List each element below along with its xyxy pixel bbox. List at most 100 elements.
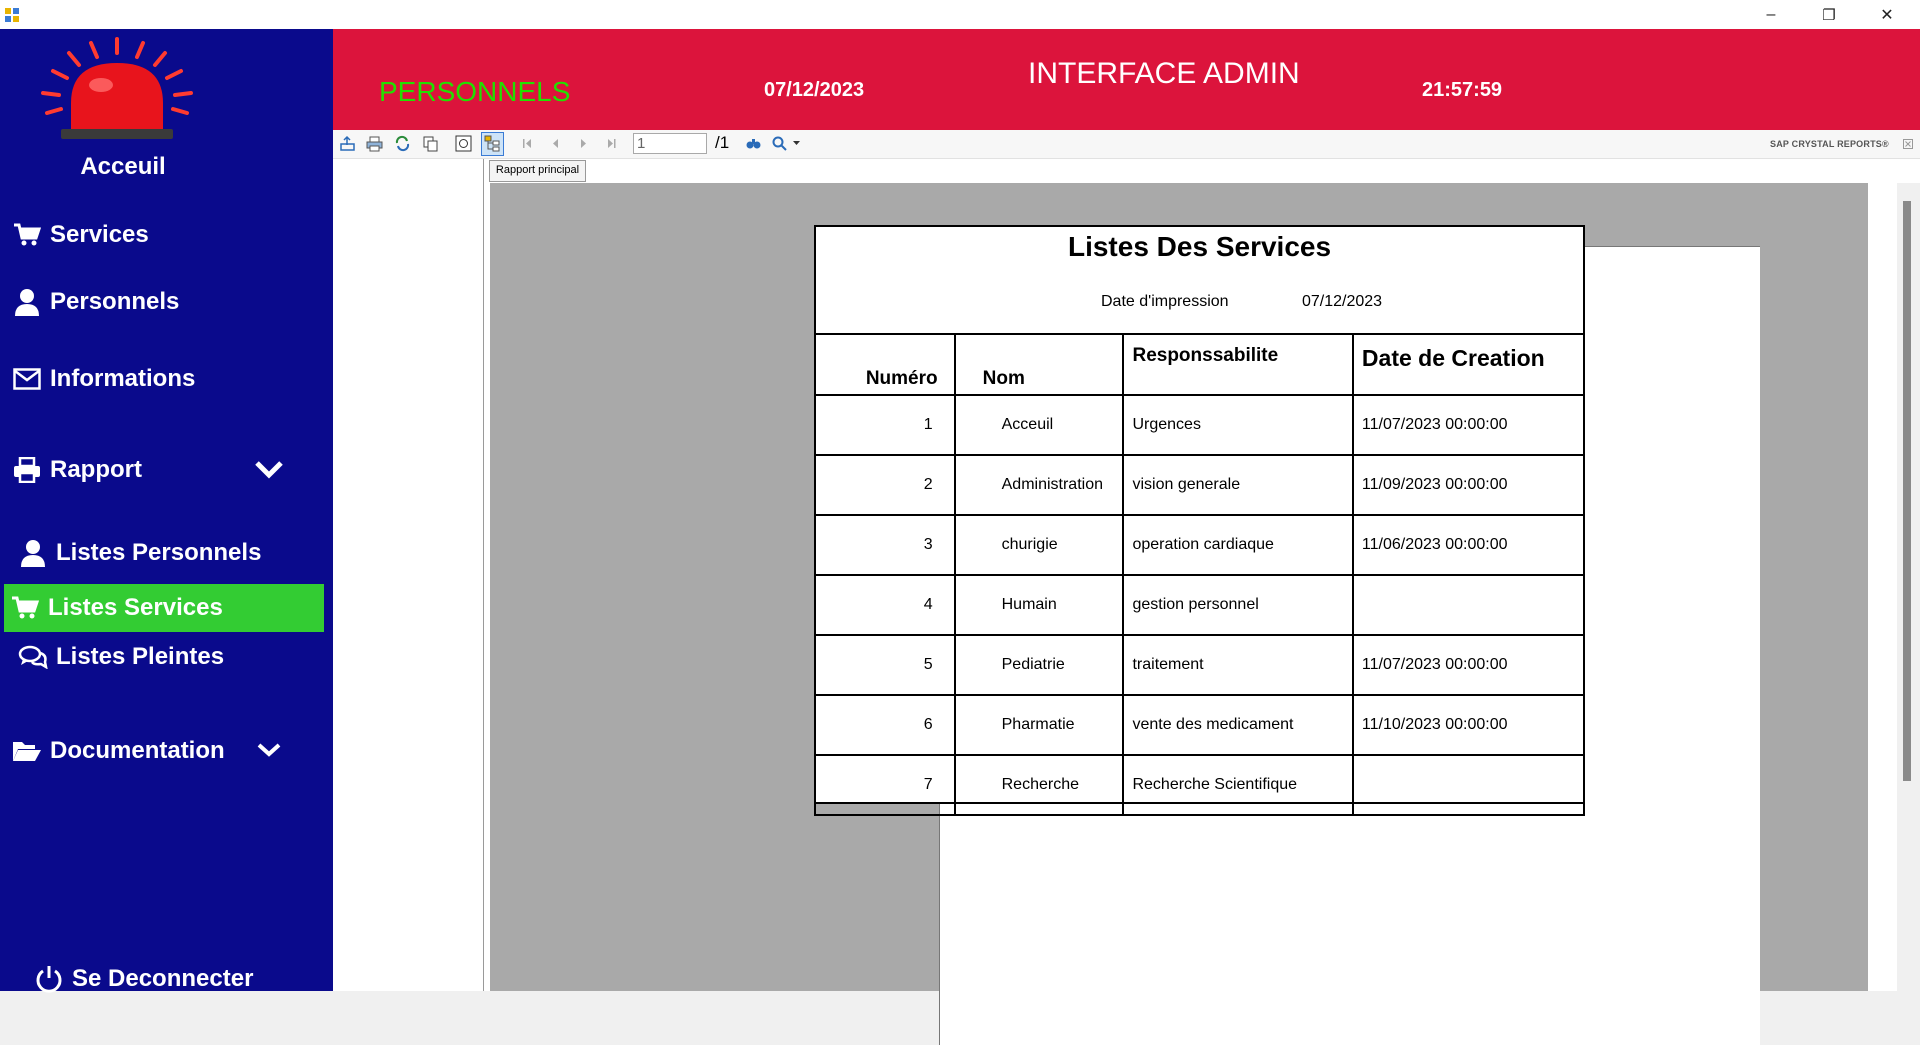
cell-responsabilite: vente des medicament <box>1122 694 1354 756</box>
nav-listes-services-label: Listes Services <box>48 594 223 621</box>
toggle-parameter-panel-icon[interactable] <box>455 135 472 152</box>
user-icon <box>8 287 46 317</box>
last-page-icon[interactable] <box>603 135 620 152</box>
cell-responsabilite: traitement <box>1122 634 1354 696</box>
logout-label: Se Deconnecter <box>72 965 254 992</box>
viewer-toolbar: 1 /1 SAP CRYSTAL REPORTS® <box>333 130 1920 159</box>
group-tree-icon <box>484 135 500 152</box>
nav-documentation[interactable]: Documentation <box>0 729 300 773</box>
print-icon[interactable] <box>366 135 383 152</box>
print-date-value: 07/12/2023 <box>1302 293 1383 310</box>
nav-listes-pleintes-label: Listes Pleintes <box>56 643 225 670</box>
table-row: 7 Recherche Recherche Scientifique <box>814 754 1586 816</box>
refresh-icon[interactable] <box>394 135 411 152</box>
export-icon[interactable] <box>339 135 356 152</box>
cell-numero: 2 <box>814 454 956 516</box>
group-tree-panel[interactable] <box>333 159 484 991</box>
first-page-icon[interactable] <box>519 135 536 152</box>
previous-page-icon[interactable] <box>547 135 564 152</box>
cell-date-creation: 11/06/2023 00:00:00 <box>1351 514 1586 576</box>
cell-nom: Humain <box>953 574 1125 636</box>
nav-listes-pleintes[interactable]: Listes Pleintes <box>0 635 224 679</box>
vertical-scrollbar[interactable] <box>1897 183 1920 991</box>
cell-numero: 6 <box>814 694 956 756</box>
nav-personnels-label: Personnels <box>50 288 180 315</box>
nav-services-label: Services <box>50 221 149 248</box>
cell-numero: 7 <box>814 754 956 816</box>
cell-nom: Acceuil <box>953 394 1125 456</box>
close-viewer-icon[interactable] <box>1903 139 1913 149</box>
cell-nom: Recherche <box>953 754 1125 816</box>
next-page-icon[interactable] <box>575 135 592 152</box>
window-titlebar: – ❐ ✕ <box>0 0 1920 29</box>
nav-personnels[interactable]: Personnels <box>0 280 179 324</box>
alarm-siren-logo <box>41 37 193 139</box>
folder-open-icon <box>8 736 46 766</box>
col-header-nom: Nom <box>953 333 1125 396</box>
col-header-numero: Numéro <box>814 333 956 396</box>
nav-documentation-label: Documentation <box>50 737 225 764</box>
nav-listes-personnels[interactable]: Listes Personnels <box>0 531 261 575</box>
table-header-row: Numéro Nom Responssabilite Date de Creat… <box>814 333 1586 396</box>
cell-responsabilite: vision generale <box>1122 454 1354 516</box>
tab-rapport-principal[interactable]: Rapport principal <box>489 160 586 182</box>
cell-date-creation: 11/07/2023 00:00:00 <box>1351 634 1586 696</box>
cell-numero: 1 <box>814 394 956 456</box>
chat-icon <box>14 642 52 672</box>
nav-listes-personnels-label: Listes Personnels <box>56 539 262 566</box>
nav-services[interactable]: Services <box>0 213 149 257</box>
zoom-icon[interactable] <box>771 135 788 152</box>
report-box: Listes Des Services Date d'impression 07… <box>814 225 1586 816</box>
copy-icon[interactable] <box>422 135 439 152</box>
table-row: 2 Administration vision generale 11/09/2… <box>814 454 1586 516</box>
restore-button[interactable]: ❐ <box>1800 0 1858 29</box>
cart-icon <box>8 220 46 250</box>
home-label[interactable]: Acceuil <box>0 153 246 181</box>
minimize-button[interactable]: – <box>1742 0 1800 29</box>
table-row: 6 Pharmatie vente des medicament 11/10/2… <box>814 694 1586 756</box>
print-date-label: Date d'impression <box>1101 293 1229 310</box>
cell-nom: churigie <box>953 514 1125 576</box>
cell-nom: Pharmatie <box>953 694 1125 756</box>
cell-date-creation: 11/10/2023 00:00:00 <box>1351 694 1586 756</box>
sidebar: Acceuil Services Personnels Informations… <box>0 29 333 993</box>
toggle-group-tree-button[interactable] <box>481 132 504 156</box>
cell-date-creation: 11/07/2023 00:00:00 <box>1351 394 1586 456</box>
power-icon <box>30 964 68 994</box>
header-bar: PERSONNELS 07/12/2023 INTERFACE ADMIN 21… <box>333 29 1920 130</box>
cell-responsabilite: operation cardiaque <box>1122 514 1354 576</box>
crystal-reports-brand: SAP CRYSTAL REPORTS® <box>1770 139 1889 149</box>
col-header-date-creation: Date de Creation <box>1351 333 1586 396</box>
search-icon[interactable] <box>745 135 762 152</box>
cell-responsabilite: Urgences <box>1122 394 1354 456</box>
cell-nom: Administration <box>953 454 1125 516</box>
header-section-label: PERSONNELS <box>379 76 571 107</box>
col-header-responsabilite: Responssabilite <box>1122 333 1354 396</box>
page-total-label: /1 <box>715 133 730 152</box>
chevron-down-icon[interactable] <box>254 458 284 486</box>
report-title: Listes Des Services <box>1067 231 1332 262</box>
nav-listes-services[interactable]: Listes Services <box>4 584 324 632</box>
table-row: 4 Humain gestion personnel <box>814 574 1586 636</box>
cell-date-creation: 11/09/2023 00:00:00 <box>1351 454 1586 516</box>
envelope-icon <box>8 364 46 394</box>
services-table: Numéro Nom Responssabilite Date de Creat… <box>814 333 1586 816</box>
scrollbar-thumb[interactable] <box>1903 201 1911 781</box>
header-time: 21:57:59 <box>1422 79 1503 101</box>
close-icon: ✕ <box>1880 6 1894 24</box>
page-number-input[interactable]: 1 <box>633 133 707 154</box>
zoom-dropdown-icon[interactable] <box>793 141 800 146</box>
logout-button[interactable]: Se Deconnecter <box>22 957 253 1001</box>
header-title: INTERFACE ADMIN <box>1028 57 1300 90</box>
cell-nom: Pediatrie <box>953 634 1125 696</box>
app-icon <box>5 8 19 22</box>
cell-responsabilite: gestion personnel <box>1122 574 1354 636</box>
minimize-icon: – <box>1766 5 1776 23</box>
table-row: 3 churigie operation cardiaque 11/06/202… <box>814 514 1586 576</box>
cell-responsabilite: Recherche Scientifique <box>1122 754 1354 816</box>
close-button[interactable]: ✕ <box>1858 0 1916 29</box>
nav-informations[interactable]: Informations <box>0 357 195 401</box>
chevron-down-icon[interactable] <box>254 739 284 767</box>
nav-rapport[interactable]: Rapport <box>0 448 300 492</box>
cell-date-creation <box>1351 754 1586 816</box>
